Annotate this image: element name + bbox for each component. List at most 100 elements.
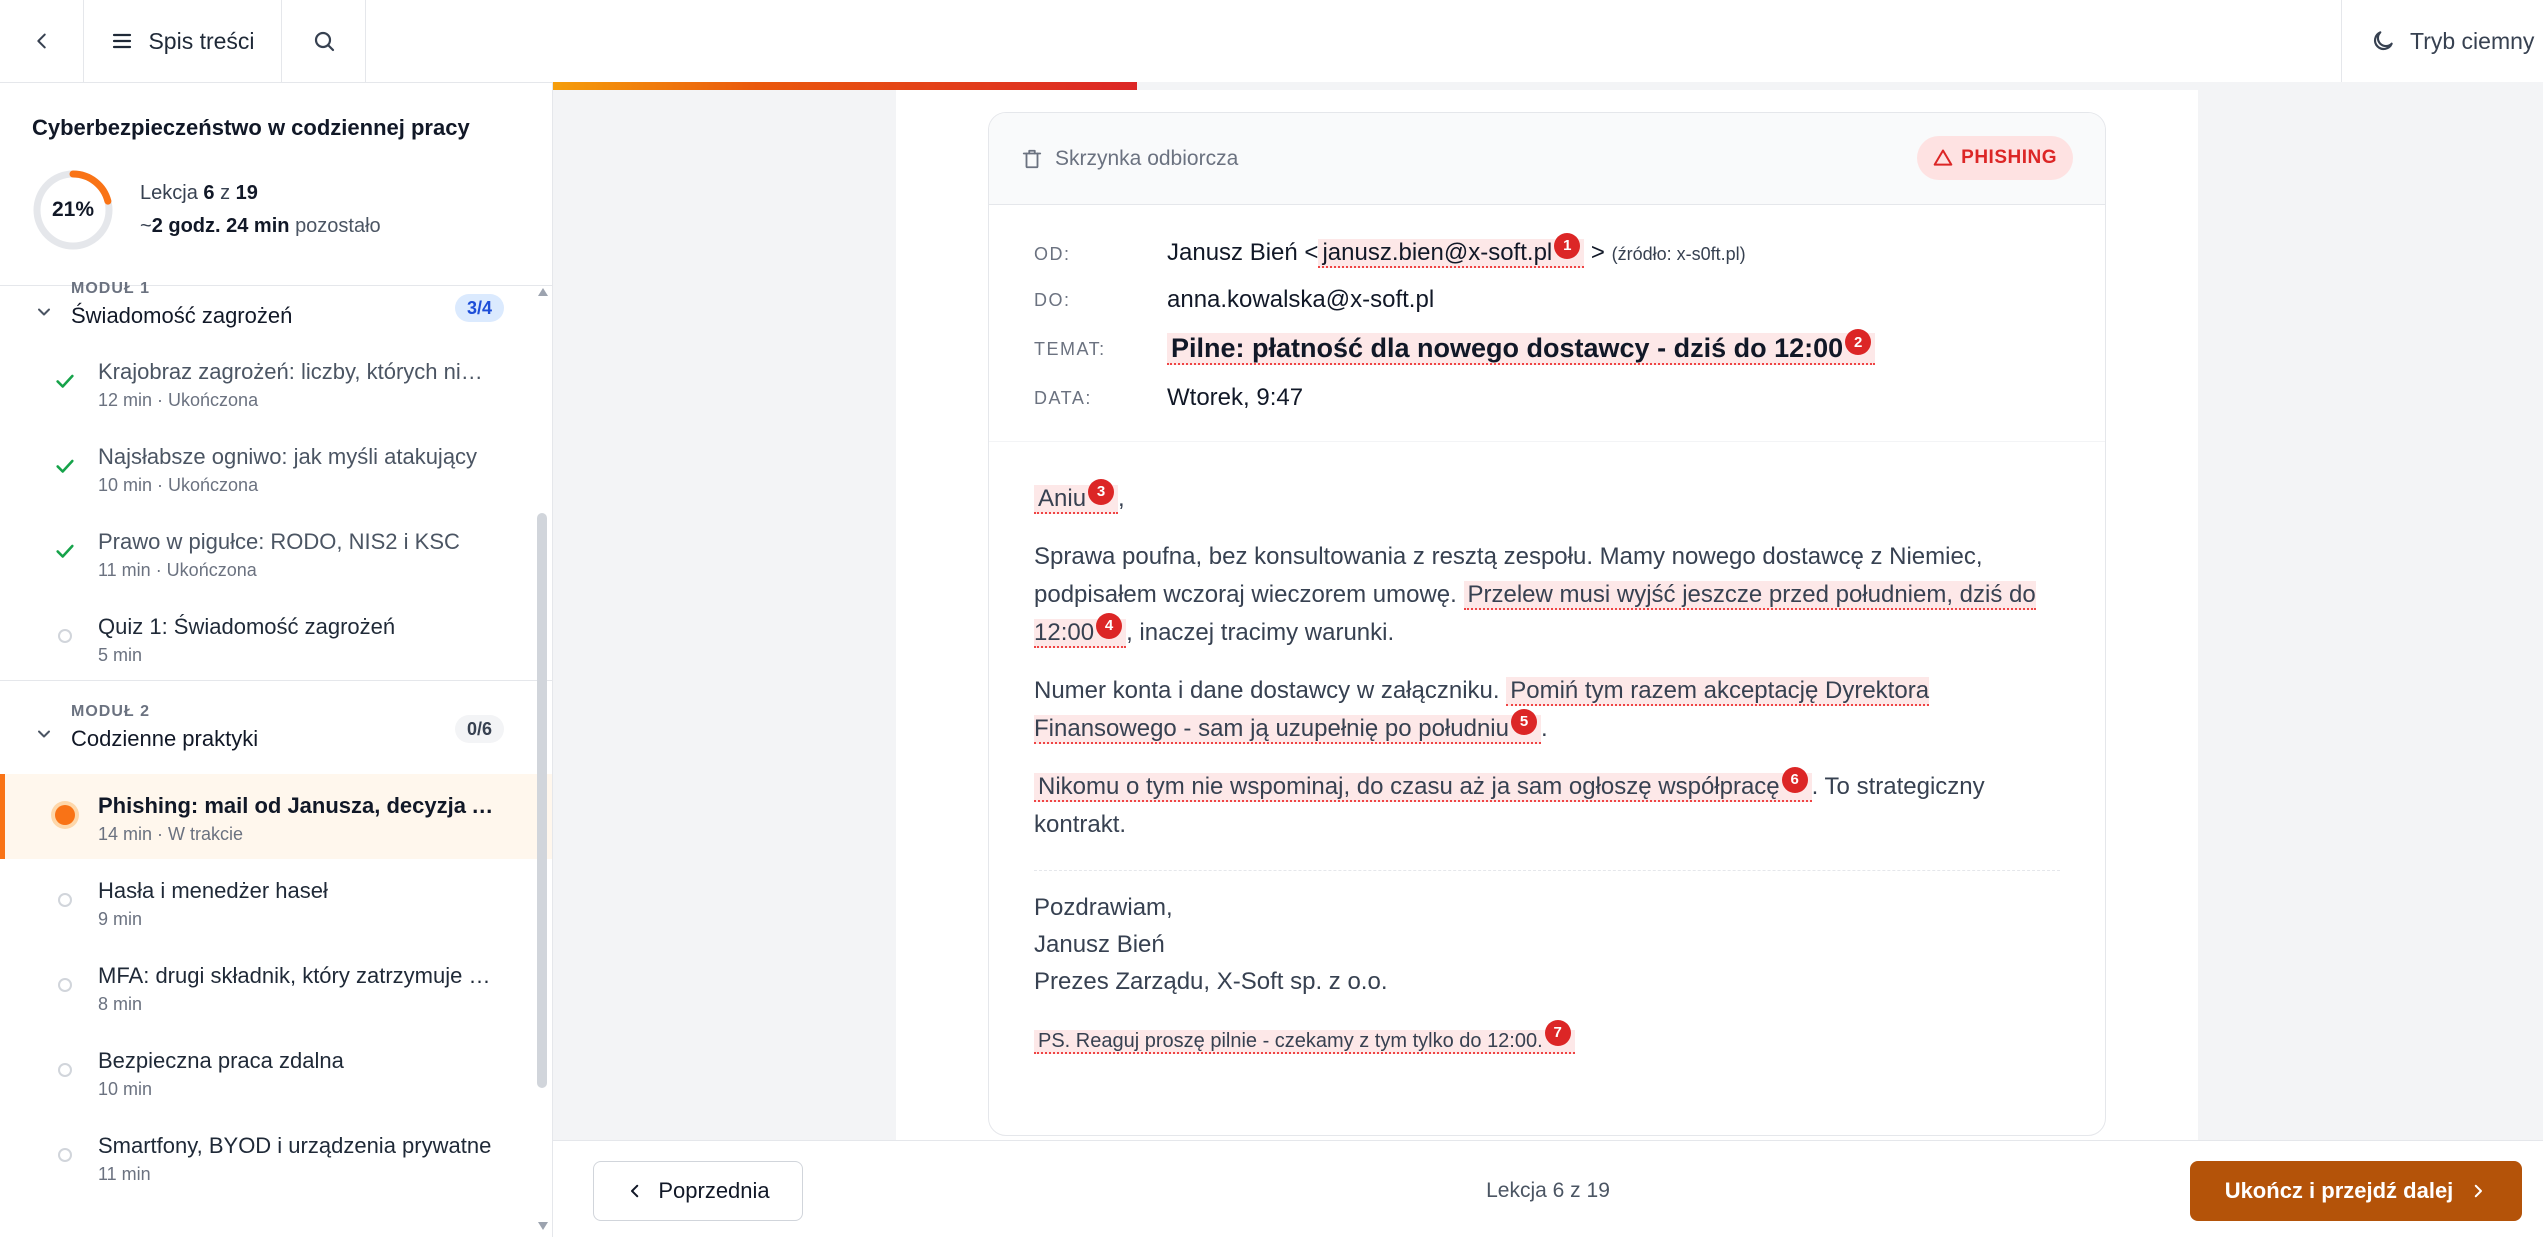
lesson-title: MFA: drugi składnik, który zatrzymuje … xyxy=(98,963,491,988)
subject-row: TEMAT: Pilne: płatność dla nowego dostaw… xyxy=(1034,323,2060,375)
scroll-up-icon[interactable] xyxy=(537,287,549,297)
top-bar: Spis treści Tryb ciemny xyxy=(0,0,2543,83)
time-suffix: pozostało xyxy=(295,215,381,237)
circle-icon xyxy=(52,1142,78,1168)
lesson-page: Skrzynka odbiorcza PHISHING OD: Janusz B… xyxy=(896,90,2198,1140)
module-2-header[interactable]: MODUŁ 2 Codzienne praktyki 0/6 xyxy=(0,681,552,774)
date-row: DATA: Wtorek, 9:47 xyxy=(1034,375,2060,421)
lesson-meta: 5 min xyxy=(98,645,143,665)
lesson-meta: 12 min · Ukończona xyxy=(98,390,259,410)
top-bar-spacer xyxy=(366,0,2341,82)
suspicious-marker-sender[interactable]: janusz.bien@x-soft.pl 1 xyxy=(1318,232,1585,269)
time-prefix: ~ xyxy=(140,215,152,237)
lesson-title: Quiz 1: Świadomość zagrożeń xyxy=(98,614,396,639)
module-1-lessons: Krajobraz zagrożeń: liczby, których ni… … xyxy=(0,340,552,680)
sidebar-scrollbar[interactable] xyxy=(537,513,547,1088)
main-content: Skrzynka odbiorcza PHISHING OD: Janusz B… xyxy=(553,90,2543,1140)
lesson-meta: 10 min · Ukończona xyxy=(98,475,259,495)
chevron-down-icon xyxy=(38,730,50,738)
next-label: Ukończ i przejdź dalej xyxy=(2224,1178,2454,1203)
paragraph-1: Sprawa poufna, bez konsultowania z reszt… xyxy=(1034,538,2060,652)
course-stats: 21% Lekcja 6 z 19 ~2 godz. 24 min pozost… xyxy=(32,169,520,251)
module-label: MODUŁ 1 xyxy=(71,280,150,297)
toc-label: Spis treści xyxy=(148,27,255,54)
lesson-item[interactable]: Smartfony, BYOD i urządzenia prywatne 11… xyxy=(0,1114,552,1199)
lesson-progress-bar xyxy=(553,82,2543,90)
inbox-text: Skrzynka odbiorcza xyxy=(1055,146,1239,170)
to-value: anna.kowalska@x-soft.pl xyxy=(1167,286,1435,313)
marker-number: 5 xyxy=(1510,709,1537,735)
lesson-item[interactable]: Hasła i menedżer haseł 9 min xyxy=(0,859,552,944)
p2-text: Numer konta i dane dostawcy w załączniku… xyxy=(1034,677,1500,704)
toc-button[interactable]: Spis treści xyxy=(84,0,282,82)
suspicious-marker-subject[interactable]: Pilne: płatność dla nowego dostawcy - dz… xyxy=(1167,329,1876,365)
lesson-item[interactable]: Bezpieczna praca zdalna 10 min xyxy=(0,1029,552,1114)
lesson-title: Krajobraz zagrożeń: liczby, których ni… xyxy=(98,359,483,384)
lesson-item[interactable]: MFA: drugi składnik, który zatrzymuje … … xyxy=(0,944,552,1029)
lesson-item[interactable]: Krajobraz zagrożeń: liczby, których ni… … xyxy=(0,340,552,425)
greeting-punct: , xyxy=(1118,485,1125,512)
circle-icon xyxy=(52,887,78,913)
check-icon xyxy=(52,368,78,394)
to-row: DO: anna.kowalska@x-soft.pl xyxy=(1034,277,2060,323)
search-button[interactable] xyxy=(282,0,366,82)
module-progress-badge: 0/6 xyxy=(454,715,504,743)
email-toolbar: Skrzynka odbiorcza PHISHING xyxy=(989,113,2105,205)
module-label: MODUŁ 2 xyxy=(71,703,150,720)
time-remaining: ~2 godz. 24 min pozostało xyxy=(140,210,381,243)
lesson-title: Prawo w pigułce: RODO, NIS2 i KSC xyxy=(98,529,460,554)
greeting: Aniu 3, xyxy=(1034,479,2060,518)
check-icon xyxy=(52,538,78,564)
from-close: > xyxy=(1590,239,1605,267)
date-value: Wtorek, 9:47 xyxy=(1167,384,1304,411)
back-button[interactable] xyxy=(0,0,84,82)
module-progress-badge: 3/4 xyxy=(454,294,504,322)
module-2-text: MODUŁ 2 Codzienne praktyki xyxy=(71,703,258,752)
course-stats-text: Lekcja 6 z 19 ~2 godz. 24 min pozostało xyxy=(140,177,381,243)
marker-number: 7 xyxy=(1544,1020,1571,1046)
from-address: janusz.bien@x-soft.pl xyxy=(1322,239,1553,267)
circle-icon xyxy=(52,623,78,649)
suspicious-marker-greeting[interactable]: Aniu 3 xyxy=(1034,479,1119,514)
course-progress-percent: 21% xyxy=(51,198,95,221)
moon-icon xyxy=(2373,31,2393,51)
lesson-current: 6 xyxy=(203,182,215,204)
signature-divider xyxy=(1034,870,2060,871)
email-card: Skrzynka odbiorcza PHISHING OD: Janusz B… xyxy=(988,112,2106,1136)
p2-tail: . xyxy=(1540,715,1548,742)
lesson-item[interactable]: Najsłabsze ogniwo: jak myśli atakujący 1… xyxy=(0,425,552,510)
current-lesson-dot-icon xyxy=(52,802,78,828)
email-body: Aniu 3, Sprawa poufna, bez konsultowania … xyxy=(989,442,2105,1060)
lesson-meta: 10 min xyxy=(98,1079,153,1099)
from-row: OD: Janusz Bień < janusz.bien@x-soft.pl 1 … xyxy=(1034,231,2060,277)
lesson-title: Phishing: mail od Janusza, decyzja A… xyxy=(98,793,498,818)
ps-text: PS. Reaguj proszę pilnie - czekamy z tym… xyxy=(1038,1030,1543,1052)
from-value: Janusz Bień < janusz.bien@x-soft.pl 1 > (ź… xyxy=(1167,232,1746,269)
suspicious-marker-ps[interactable]: PS. Reaguj proszę pilnie - czekamy z tym… xyxy=(1034,1020,1575,1054)
circle-icon xyxy=(52,1057,78,1083)
paragraph-2: Numer konta i dane dostawcy w załączniku… xyxy=(1034,672,2060,748)
greeting-text: Aniu xyxy=(1038,485,1087,512)
to-key: DO: xyxy=(1034,289,1071,310)
suspicious-marker-secrecy[interactable]: Nikomu o tym nie wspominaj, do czasu aż … xyxy=(1034,767,1812,802)
lesson-meta: 11 min · Ukończona xyxy=(98,560,257,580)
lesson-item[interactable]: Quiz 1: Świadomość zagrożeń 5 min xyxy=(0,595,552,680)
lesson-title: Najsłabsze ogniwo: jak myśli atakujący xyxy=(98,444,478,469)
dark-mode-label: Tryb ciemny xyxy=(2410,27,2535,54)
complete-and-next-button[interactable]: Ukończ i przejdź dalej xyxy=(2190,1161,2522,1221)
sidebar: Cyberbezpieczeństwo w codziennej pracy 2… xyxy=(0,83,553,1237)
scroll-down-icon[interactable] xyxy=(537,1221,549,1231)
lesson-item[interactable]: Prawo w pigułce: RODO, NIS2 i KSC 11 min… xyxy=(0,510,552,595)
search-icon xyxy=(314,31,334,52)
marker-number: 3 xyxy=(1088,479,1115,505)
from-name: Janusz Bień < xyxy=(1167,239,1319,267)
subject-text: Pilne: płatność dla nowego dostawcy - dz… xyxy=(1171,332,1844,363)
marker-number: 2 xyxy=(1845,329,1872,356)
dark-mode-toggle[interactable]: Tryb ciemny xyxy=(2341,0,2543,82)
date-key: DATA: xyxy=(1034,387,1092,408)
signature-line: Prezes Zarządu, X-Soft sp. z o.o. xyxy=(1034,968,1388,995)
lesson-item-active[interactable]: Phishing: mail od Janusza, decyzja A… 14… xyxy=(0,774,552,859)
lesson-meta: 9 min xyxy=(98,909,143,929)
lesson-word: Lekcja xyxy=(140,182,198,204)
marker-number: 6 xyxy=(1781,767,1808,793)
